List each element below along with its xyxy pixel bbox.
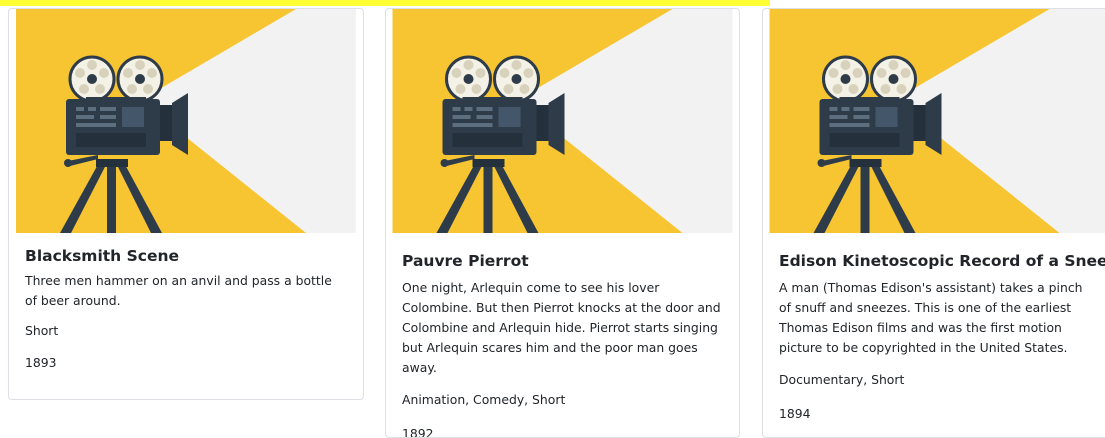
movie-year: 1893 [25, 355, 57, 370]
film-camera-icon [9, 9, 363, 233]
film-camera-icon [386, 9, 739, 233]
movie-title[interactable]: Blacksmith Scene [25, 247, 347, 265]
movie-genres: Documentary, Short [779, 372, 905, 387]
movie-card-3[interactable]: Edison Kinetoscopic Record of a Sneeze A… [762, 8, 1105, 438]
movie-genres: Animation, Comedy, Short [402, 392, 566, 407]
movie-card-1[interactable]: Blacksmith Scene Three men hammer on an … [8, 8, 364, 400]
movie-description: A man (Thomas Edison's assistant) takes … [779, 280, 1083, 355]
film-camera-icon [763, 9, 1105, 233]
movie-title[interactable]: Edison Kinetoscopic Record of a Sneeze [779, 252, 1105, 270]
movie-description: One night, Arlequin come to see his love… [402, 280, 721, 375]
highlight-strip [0, 0, 770, 6]
movie-title[interactable]: Pauvre Pierrot [402, 252, 723, 270]
movie-card-2[interactable]: Pauvre Pierrot One night, Arlequin come … [385, 8, 740, 438]
movie-description: Three men hammer on an anvil and pass a … [25, 273, 332, 308]
movie-year: 1894 [779, 406, 811, 421]
movie-year: 1892 [402, 426, 434, 438]
movie-genres: Short [25, 323, 59, 338]
